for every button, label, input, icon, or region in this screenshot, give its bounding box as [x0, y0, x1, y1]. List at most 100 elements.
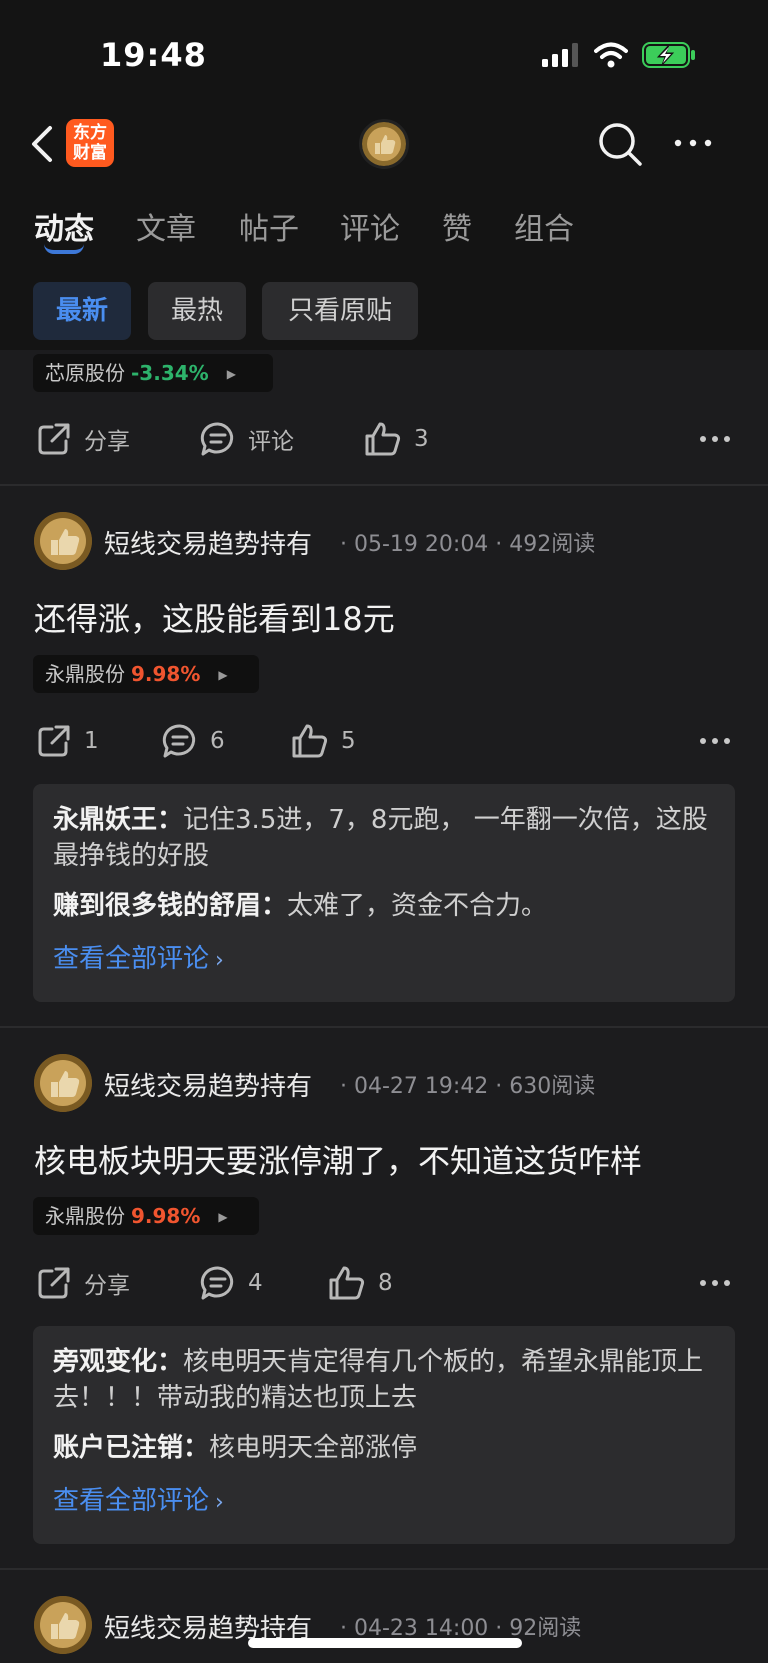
play-arrow-icon: ▶ — [218, 1210, 228, 1224]
tab-bar: 动态 文章 帖子 评论 赞 组合 — [0, 188, 768, 270]
stock-name: 芯原股份 — [45, 361, 125, 385]
status-time: 19:48 — [100, 36, 207, 74]
like-button[interactable]: 8 — [328, 1258, 393, 1308]
app-logo[interactable]: 东方 财富 — [66, 119, 114, 167]
logo-text-top: 东方 — [73, 123, 107, 143]
stock-change: 9.98% — [131, 1204, 201, 1228]
share-icon — [38, 423, 70, 455]
post-more-button[interactable] — [698, 1268, 732, 1302]
author-name[interactable]: 短线交易趋势持有 — [104, 1066, 312, 1103]
thumbs-up-avatar-icon — [34, 1054, 92, 1112]
filter-hot[interactable]: 最热 — [148, 282, 246, 340]
share-count: 1 — [84, 728, 99, 754]
post-meta: · 05-19 20:04 · 492阅读 — [340, 532, 596, 557]
like-button[interactable]: 5 — [291, 716, 356, 766]
comment-icon — [162, 724, 196, 758]
thumbs-up-icon — [329, 1266, 365, 1300]
author-avatar[interactable] — [34, 512, 92, 570]
tab-posts[interactable]: 帖子 — [239, 204, 299, 248]
stock-tag[interactable]: 永鼎股份 9.98% ▶ — [33, 1197, 259, 1235]
stock-name: 永鼎股份 — [45, 662, 125, 686]
home-indicator[interactable] — [248, 1638, 522, 1648]
profile-feed-page: 19:48 东方 财富 动态 文章 帖子 评论 赞 组合 最新 最热 只看原贴 … — [0, 0, 768, 1663]
stock-tag[interactable]: 永鼎股份 9.98% ▶ — [33, 655, 259, 693]
share-label: 分享 — [84, 1273, 130, 1299]
post-actions: 分享 评论 3 — [0, 414, 768, 464]
share-button[interactable]: 1 — [36, 716, 99, 766]
back-button[interactable] — [26, 124, 62, 164]
stock-change: 9.98% — [131, 662, 201, 686]
stock-name: 永鼎股份 — [45, 1204, 125, 1228]
wifi-icon — [594, 42, 628, 68]
profile-avatar[interactable] — [359, 119, 409, 169]
comment-icon — [200, 1266, 234, 1300]
comments-preview: 永鼎妖王：记住3.5进，7，8元跑， 一年翻一次倍，这股最挣钱的好股 赚到很多钱… — [33, 784, 735, 1002]
post-title[interactable]: 还得涨，这股能看到18元 — [34, 594, 395, 640]
like-count: 8 — [378, 1270, 393, 1296]
thumbs-up-avatar-icon — [34, 512, 92, 570]
more-button[interactable] — [672, 126, 714, 160]
post-header: 短线交易趋势持有 · 05-19 20:04 · 492阅读 — [34, 512, 754, 570]
comment-button[interactable]: 4 — [200, 1258, 263, 1308]
battery-charging-icon — [642, 42, 695, 68]
tab-likes[interactable]: 赞 — [442, 204, 472, 248]
comment-preview-item[interactable]: 赚到很多钱的舒眉：太难了，资金不合力。 — [53, 888, 715, 924]
post-more-button[interactable] — [698, 726, 732, 760]
tab-articles[interactable]: 文章 — [136, 204, 196, 248]
more-dots-icon — [700, 436, 730, 442]
comment-preview-item[interactable]: 账户已注销：核电明天全部涨停 — [53, 1430, 715, 1466]
comments-preview: 旁观变化：核电明天肯定得有几个板的，希望永鼎能顶上去！！！带动我的精达也顶上去 … — [33, 1326, 735, 1544]
search-icon — [599, 123, 642, 166]
view-all-label: 查看全部评论 — [53, 1486, 210, 1516]
post-more-button[interactable] — [698, 424, 732, 458]
comment-label: 评论 — [248, 429, 294, 455]
stock-tag[interactable]: 芯原股份 -3.34% ▶ — [33, 354, 273, 392]
comment-preview-item[interactable]: 永鼎妖王：记住3.5进，7，8元跑， 一年翻一次倍，这股最挣钱的好股 — [53, 802, 715, 874]
like-button[interactable]: 3 — [364, 414, 429, 464]
comment-user: 账户已注销： — [53, 1433, 210, 1463]
signal-icon — [542, 43, 578, 67]
post-actions: 1 6 5 — [0, 716, 768, 766]
filter-original-only[interactable]: 只看原贴 — [262, 282, 418, 340]
thumbs-up-icon — [365, 422, 401, 456]
status-icons — [542, 42, 696, 68]
thumbs-up-avatar-icon — [362, 122, 406, 166]
tab-comments[interactable]: 评论 — [340, 204, 400, 248]
author-avatar[interactable] — [34, 1054, 92, 1112]
share-icon — [38, 725, 70, 757]
divider — [0, 484, 768, 486]
play-arrow-icon: ▶ — [218, 668, 228, 682]
post-header: 短线交易趋势持有 · 04-27 19:42 · 630阅读 — [34, 1054, 754, 1112]
thumbs-up-icon — [292, 724, 328, 758]
comment-icon — [200, 422, 234, 456]
comment-button[interactable]: 6 — [162, 716, 225, 766]
comment-preview-item[interactable]: 旁观变化：核电明天肯定得有几个板的，希望永鼎能顶上去！！！带动我的精达也顶上去 — [53, 1344, 715, 1416]
comment-button[interactable]: 评论 — [200, 414, 294, 464]
stock-change: -3.34% — [131, 361, 209, 385]
view-all-comments-link[interactable]: 查看全部评论 › — [53, 938, 715, 975]
more-dots-icon — [674, 139, 712, 147]
post-title[interactable]: 核电板块明天要涨停潮了，不知道这货咋样 — [34, 1136, 642, 1182]
comment-text: 核电明天全部涨停 — [209, 1433, 418, 1463]
divider — [0, 1026, 768, 1028]
chevron-right-icon: › — [215, 948, 224, 973]
share-button[interactable]: 分享 — [36, 1258, 130, 1308]
share-button[interactable]: 分享 — [36, 414, 130, 464]
share-icon — [38, 1267, 70, 1299]
comment-text: 太难了，资金不合力。 — [287, 891, 548, 921]
author-avatar[interactable] — [34, 1596, 92, 1654]
tab-portfolio[interactable]: 组合 — [514, 204, 574, 248]
view-all-comments-link[interactable]: 查看全部评论 › — [53, 1480, 715, 1517]
more-dots-icon — [700, 738, 730, 744]
filter-latest[interactable]: 最新 — [33, 282, 131, 340]
tab-dynamics[interactable]: 动态 — [34, 204, 94, 248]
search-button[interactable] — [596, 120, 644, 168]
post-actions: 分享 4 8 — [0, 1258, 768, 1308]
author-name[interactable]: 短线交易趋势持有 — [104, 524, 312, 561]
thumbs-up-avatar-icon — [34, 1596, 92, 1654]
post-meta: · 04-27 19:42 · 630阅读 — [340, 1074, 596, 1099]
comment-user: 永鼎妖王： — [53, 805, 184, 835]
divider — [0, 1568, 768, 1570]
back-arrow-icon — [32, 126, 52, 162]
more-dots-icon — [700, 1280, 730, 1286]
